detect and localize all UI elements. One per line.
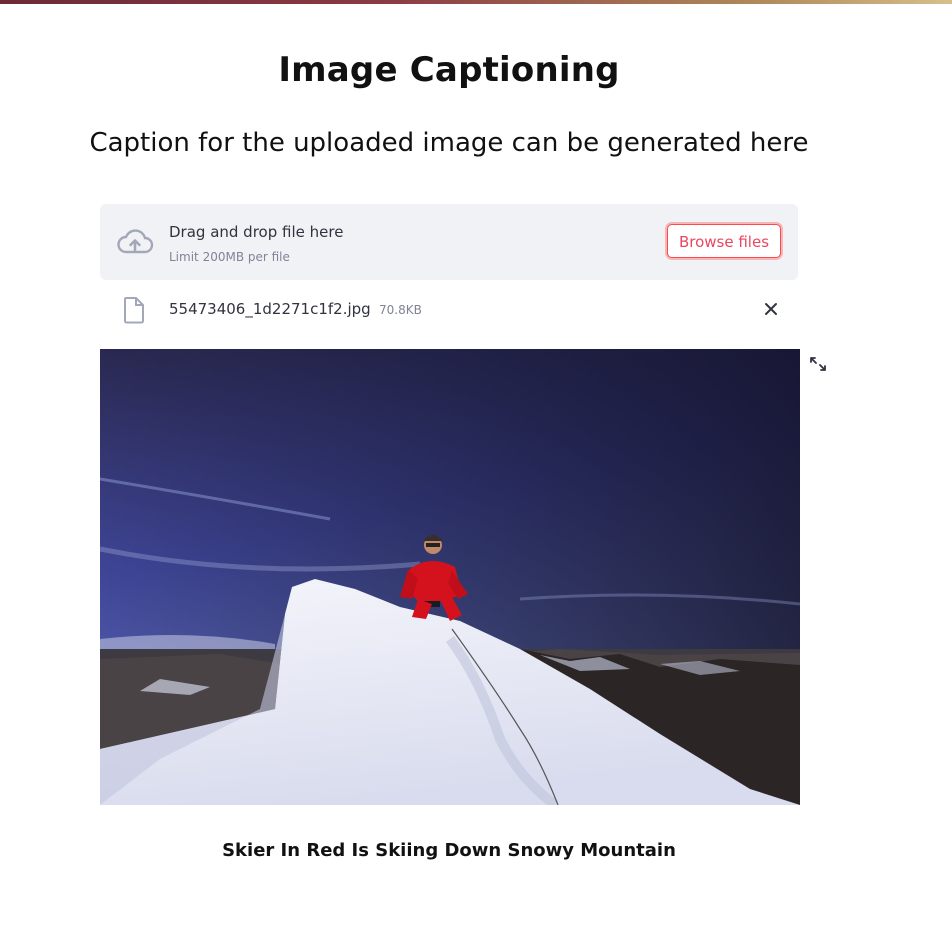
close-icon[interactable] xyxy=(760,298,782,320)
app-top-decoration-bar xyxy=(0,0,952,4)
dropzone-file-limit: Limit 200MB per file xyxy=(169,250,290,264)
uploaded-file-size: 70.8KB xyxy=(379,303,422,317)
dropzone-instructions: Drag and drop file here xyxy=(169,223,344,241)
page-subtitle: Caption for the uploaded image can be ge… xyxy=(89,128,809,158)
page-title: Image Captioning xyxy=(278,50,620,90)
generated-caption: Skier In Red Is Skiing Down Snowy Mounta… xyxy=(222,840,676,861)
file-icon xyxy=(122,296,146,324)
cloud-upload-icon xyxy=(116,226,154,258)
uploaded-image xyxy=(100,349,800,805)
fullscreen-button[interactable] xyxy=(800,349,836,379)
uploaded-file-row: 55473406_1d2271c1f2.jpg 70.8KB xyxy=(100,292,798,328)
file-dropzone[interactable]: Drag and drop file here Limit 200MB per … xyxy=(100,204,798,280)
uploaded-file-name: 55473406_1d2271c1f2.jpg xyxy=(169,300,371,318)
browse-files-button[interactable]: Browse files xyxy=(667,224,781,258)
